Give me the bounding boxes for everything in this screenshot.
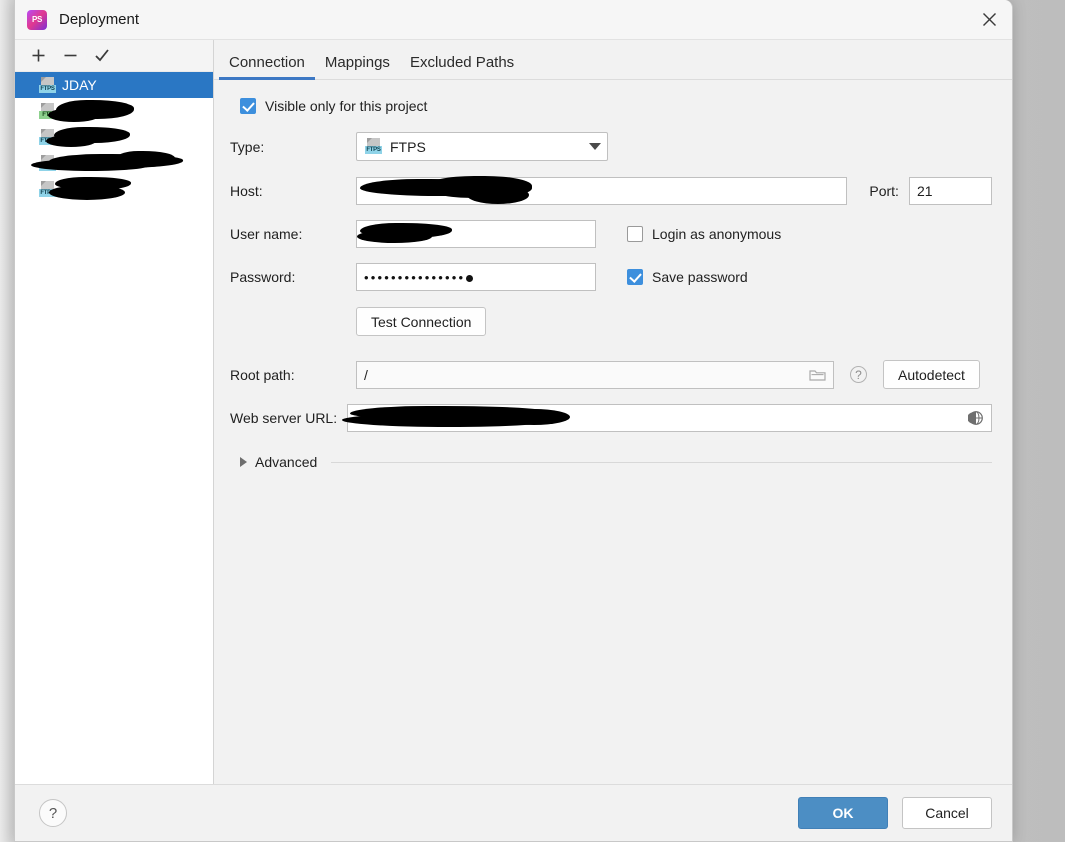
password-value: •••••••••••••••	[364, 271, 465, 284]
list-item[interactable]: FTPS	[15, 176, 213, 202]
advanced-separator	[331, 462, 992, 463]
advanced-label: Advanced	[255, 454, 317, 470]
visible-only-label: Visible only for this project	[265, 98, 427, 114]
server-list-panel: FTPS JDAY FTP FTPS	[15, 40, 214, 784]
redaction-mark	[49, 185, 125, 200]
list-item[interactable]: FTP	[15, 98, 213, 124]
add-server-button[interactable]	[23, 42, 53, 70]
list-item-label: JDAY	[62, 77, 97, 93]
close-icon[interactable]	[966, 0, 1012, 39]
web-server-url-row: Web server URL:	[230, 404, 992, 432]
save-password-checkbox[interactable]	[627, 269, 643, 285]
list-item[interactable]: FTPS	[15, 124, 213, 150]
username-row: User name: Login as anonymous	[230, 220, 992, 248]
save-password-label: Save password	[652, 269, 748, 285]
dialog-footer: ? OK Cancel	[15, 784, 1012, 841]
test-connection-row: Test Connection	[230, 307, 992, 336]
type-label: Type:	[230, 139, 356, 155]
title-bar: Deployment	[15, 0, 1012, 40]
server-list-toolbar	[15, 40, 213, 72]
redaction-mark	[115, 151, 175, 167]
tab-bar: Connection Mappings Excluded Paths	[214, 40, 1012, 80]
redaction-mark	[46, 135, 96, 147]
root-path-row: Root path: / ? Autodetect	[230, 360, 992, 389]
phpstorm-icon	[27, 10, 47, 30]
username-input[interactable]	[356, 220, 596, 248]
autodetect-button[interactable]: Autodetect	[883, 360, 980, 389]
root-path-label: Root path:	[230, 367, 356, 383]
redaction-mark	[48, 108, 100, 122]
remove-server-button[interactable]	[55, 42, 85, 70]
tab-excluded-paths[interactable]: Excluded Paths	[400, 54, 524, 79]
visible-only-checkbox[interactable]	[240, 98, 256, 114]
server-list: FTPS JDAY FTP FTPS	[15, 72, 213, 784]
dialog-title: Deployment	[59, 11, 139, 28]
connection-form: Visible only for this project Type: FTPS…	[214, 80, 1012, 784]
list-item[interactable]: FTPS	[15, 150, 213, 176]
footer-actions: OK Cancel	[798, 797, 992, 829]
list-item[interactable]: FTPS JDAY	[15, 72, 213, 98]
redaction-mark	[357, 230, 432, 243]
chevron-down-icon	[589, 143, 601, 150]
ok-button[interactable]: OK	[798, 797, 888, 829]
password-caret	[466, 275, 473, 282]
globe-icon[interactable]	[968, 410, 984, 426]
ftps-icon: FTPS	[365, 138, 382, 155]
host-row: Host: Port: 21	[230, 177, 992, 205]
password-label: Password:	[230, 269, 356, 285]
set-default-server-button[interactable]	[87, 42, 117, 70]
type-select[interactable]: FTPS FTPS	[356, 132, 608, 161]
password-input[interactable]: •••••••••••••••	[356, 263, 596, 291]
redaction-mark	[467, 186, 529, 204]
login-anonymous-label: Login as anonymous	[652, 226, 781, 242]
root-path-help-icon[interactable]: ?	[850, 366, 867, 383]
tab-connection[interactable]: Connection	[219, 54, 315, 79]
type-value: FTPS	[390, 139, 426, 155]
port-label: Port:	[869, 183, 899, 199]
web-server-url-input[interactable]	[347, 404, 992, 432]
host-label: Host:	[230, 183, 356, 199]
tab-mappings[interactable]: Mappings	[315, 54, 400, 79]
cancel-button[interactable]: Cancel	[902, 797, 992, 829]
host-input[interactable]	[356, 177, 847, 205]
visible-only-row: Visible only for this project	[230, 98, 992, 114]
port-value: 21	[917, 183, 933, 199]
password-row: Password: ••••••••••••••• Save password	[230, 263, 992, 291]
help-button[interactable]: ?	[39, 799, 67, 827]
redaction-mark	[498, 409, 570, 425]
web-server-url-label: Web server URL:	[230, 410, 337, 426]
folder-icon[interactable]	[809, 368, 826, 382]
connection-panel: Connection Mappings Excluded Paths Visib…	[214, 40, 1012, 784]
port-input[interactable]: 21	[909, 177, 992, 205]
login-anonymous-checkbox[interactable]	[627, 226, 643, 242]
advanced-section[interactable]: Advanced	[230, 454, 992, 470]
root-path-value: /	[364, 367, 368, 383]
test-connection-button[interactable]: Test Connection	[356, 307, 486, 336]
ftps-icon: FTPS	[39, 77, 56, 94]
username-label: User name:	[230, 226, 356, 242]
chevron-right-icon[interactable]	[240, 457, 247, 467]
type-row: Type: FTPS FTPS	[230, 132, 992, 161]
deployment-dialog: Deployment	[14, 0, 1013, 842]
dialog-body: FTPS JDAY FTP FTPS	[15, 40, 1012, 784]
root-path-input[interactable]: /	[356, 361, 834, 389]
